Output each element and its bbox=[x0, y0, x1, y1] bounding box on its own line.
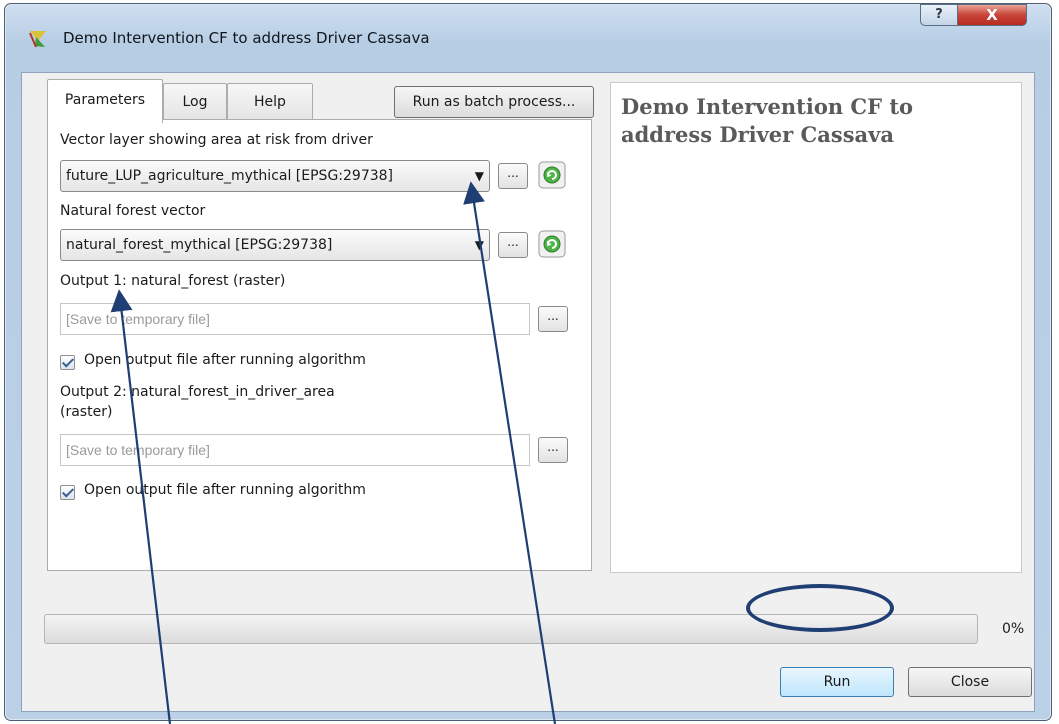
chevron-down-icon: ▼ bbox=[474, 169, 484, 183]
vector-layer-combo[interactable]: future_LUP_agriculture_mythical [EPSG:29… bbox=[60, 160, 490, 192]
parameters-panel: Vector layer showing area at risk from d… bbox=[47, 119, 592, 571]
output2-label-line2: (raster) bbox=[60, 404, 113, 420]
green-refresh-icon[interactable] bbox=[538, 230, 566, 258]
tab-log[interactable]: Log bbox=[163, 83, 227, 123]
open-output2-label: Open output file after running algorithm bbox=[84, 482, 366, 498]
help-description-panel: Demo Intervention CF to address Driver C… bbox=[610, 82, 1022, 573]
window-help-button[interactable]: ? bbox=[920, 4, 958, 26]
forest-vector-label: Natural forest vector bbox=[60, 203, 206, 219]
output2-field[interactable] bbox=[60, 434, 530, 466]
output1-label: Output 1: natural_forest (raster) bbox=[60, 273, 286, 289]
open-output2-checkbox[interactable] bbox=[60, 485, 75, 500]
tab-help[interactable]: Help bbox=[227, 83, 313, 123]
help-title: Demo Intervention CF to address Driver C… bbox=[621, 94, 914, 147]
vector-layer-value: future_LUP_agriculture_mythical [EPSG:29… bbox=[66, 168, 394, 184]
output1-field[interactable] bbox=[60, 303, 530, 335]
run-button[interactable]: Run bbox=[780, 667, 894, 697]
vector-layer-label: Vector layer showing area at risk from d… bbox=[60, 132, 373, 148]
forest-vector-value: natural_forest_mythical [EPSG:29738] bbox=[66, 237, 333, 253]
progress-percent: 0% bbox=[1002, 621, 1025, 637]
qgis-icon bbox=[29, 31, 46, 48]
close-button[interactable]: Close bbox=[908, 667, 1032, 697]
dialog-window: Demo Intervention CF to address Driver C… bbox=[4, 3, 1052, 721]
forest-vector-browse-button[interactable]: ... bbox=[498, 232, 528, 258]
output2-label-line1: Output 2: natural_forest_in_driver_area bbox=[60, 384, 335, 400]
title-bar: Demo Intervention CF to address Driver C… bbox=[5, 4, 1051, 72]
output2-browse-button[interactable]: ... bbox=[538, 437, 568, 463]
chevron-down-icon: ▼ bbox=[474, 238, 484, 252]
tab-parameters[interactable]: Parameters bbox=[47, 79, 163, 123]
forest-vector-combo[interactable]: natural_forest_mythical [EPSG:29738] ▼ bbox=[60, 229, 490, 261]
run-as-batch-button[interactable]: Run as batch process... bbox=[394, 86, 594, 118]
window-title: Demo Intervention CF to address Driver C… bbox=[63, 29, 430, 47]
open-output1-label: Open output file after running algorithm bbox=[84, 352, 366, 368]
window-close-button[interactable]: X bbox=[957, 4, 1027, 26]
open-output1-checkbox[interactable] bbox=[60, 355, 75, 370]
dialog-client-area: Parameters Log Help Run as batch process… bbox=[21, 72, 1035, 712]
vector-layer-browse-button[interactable]: ... bbox=[498, 163, 528, 189]
progress-bar bbox=[44, 614, 978, 644]
output1-browse-button[interactable]: ... bbox=[538, 306, 568, 332]
green-refresh-icon[interactable] bbox=[538, 161, 566, 189]
